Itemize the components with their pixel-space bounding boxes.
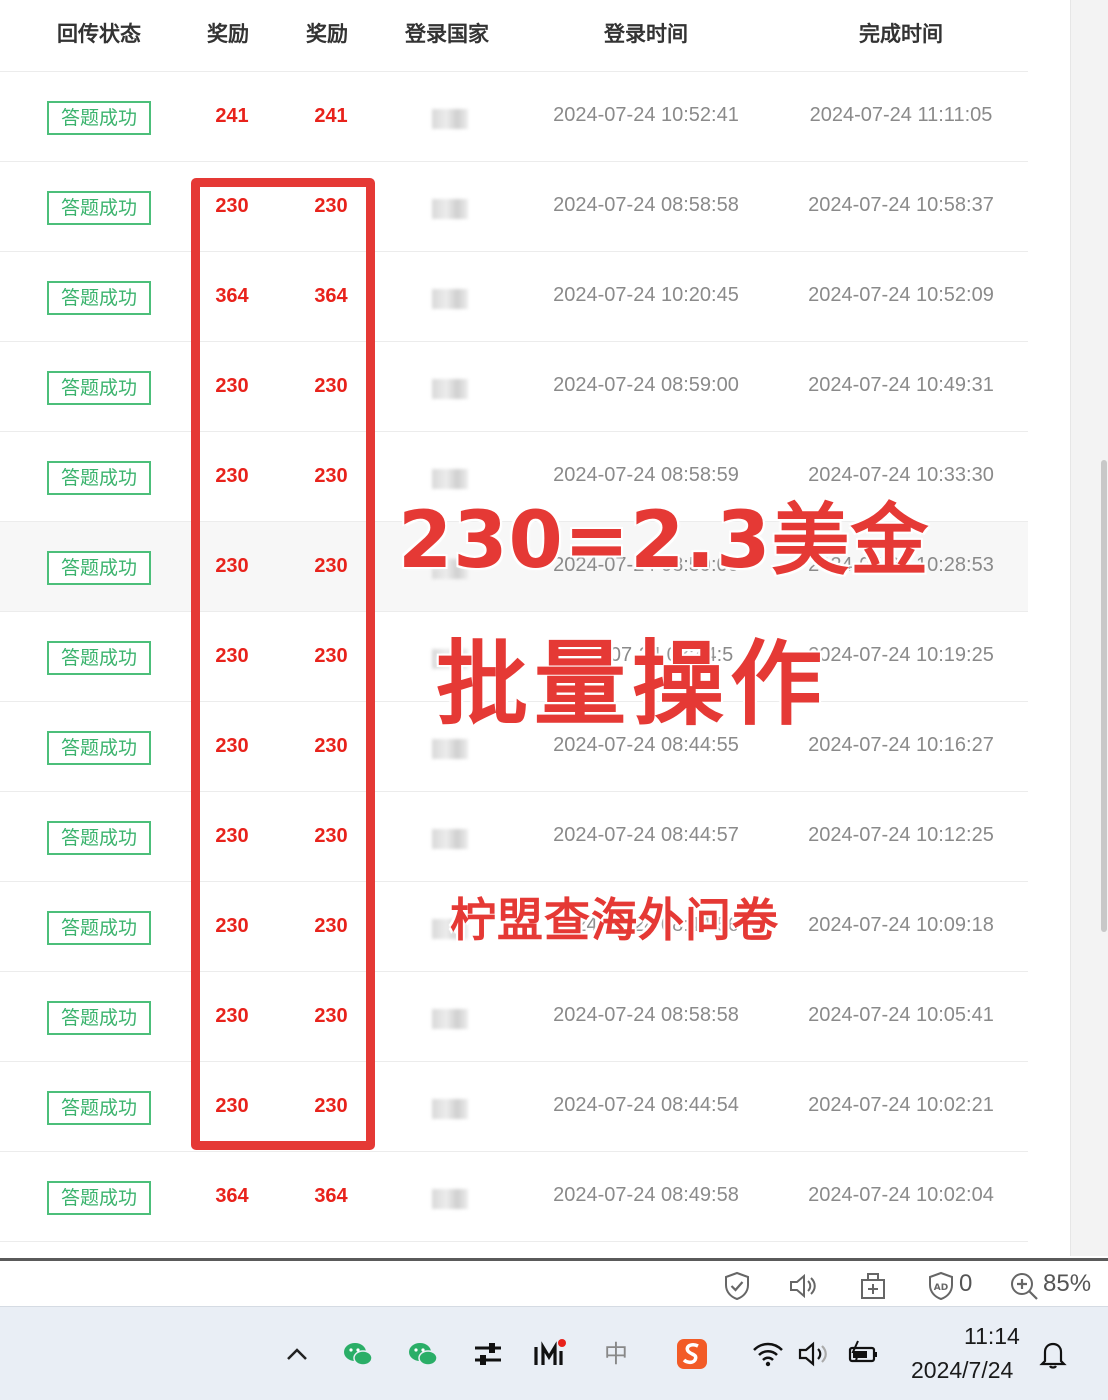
notification-bell-icon[interactable] bbox=[1036, 1337, 1070, 1371]
country-flag-blurred bbox=[432, 829, 468, 849]
table-row[interactable]: 答题成功 230 230 2024-07-24 08:58:58 2024-07-24 … bbox=[0, 972, 1028, 1062]
clock-date[interactable]: 2024/7/24 bbox=[911, 1357, 1013, 1384]
overlay-batch-operation: 批量操作 bbox=[436, 631, 829, 738]
status-badge: 答题成功 bbox=[47, 731, 151, 765]
svg-text:AD: AD bbox=[934, 1283, 948, 1293]
app-window: 回传状态 奖励 奖励 登录国家 登录时间 完成时间 答题成功 241 241 2024… bbox=[0, 0, 1108, 1400]
country-flag-blurred bbox=[432, 1009, 468, 1029]
header-callback-status[interactable]: 回传状态 bbox=[57, 18, 141, 48]
finish-time: 2024-07-24 10:58:37 bbox=[808, 194, 994, 216]
finish-time: 2024-07-24 10:02:04 bbox=[808, 1184, 994, 1206]
header-finish-time[interactable]: 完成时间 bbox=[859, 18, 943, 48]
reward-value: 364 bbox=[215, 1185, 249, 1207]
reward-value: 241 bbox=[314, 105, 348, 127]
status-badge: 答题成功 bbox=[47, 821, 151, 855]
sliders-icon[interactable] bbox=[471, 1337, 505, 1371]
finish-time: 2024-07-24 10:49:31 bbox=[808, 374, 994, 396]
login-time: 2024-07-24 08:49:58 bbox=[553, 1184, 739, 1206]
clock-time[interactable]: 11:14 bbox=[964, 1323, 1020, 1350]
header-reward-a[interactable]: 奖励 bbox=[207, 18, 249, 48]
volume-icon[interactable] bbox=[797, 1337, 831, 1371]
status-badge: 答题成功 bbox=[47, 1181, 151, 1215]
table-row[interactable]: 答题成功 230 230 2024-07-24 08:44:57 2024-07-24 … bbox=[0, 792, 1028, 882]
reward-value: 364 bbox=[314, 1185, 348, 1207]
read-aloud-icon[interactable] bbox=[788, 1271, 818, 1301]
finish-time: 2024-07-24 10:09:18 bbox=[808, 914, 994, 936]
overlay-brand-caption: 柠盟查海外问卷 bbox=[450, 893, 779, 947]
login-time: 2024-07-24 08:59:00 bbox=[553, 374, 739, 396]
login-time: 2024-07-24 08:44:57 bbox=[553, 824, 739, 846]
wechat-icon[interactable] bbox=[341, 1337, 375, 1371]
reward-highlight-box bbox=[191, 178, 375, 1150]
shield-check-icon[interactable] bbox=[722, 1271, 752, 1301]
zoom-level[interactable]: 85% bbox=[1043, 1270, 1091, 1298]
login-time: 2024-07-24 10:20:45 bbox=[553, 284, 739, 306]
sogou-icon[interactable] bbox=[675, 1337, 709, 1371]
ime-zhong-icon[interactable]: 中 bbox=[599, 1337, 633, 1371]
table-row[interactable]: 答题成功 230 230 2024-07-24 08:58:58 2024-07-24 … bbox=[0, 162, 1028, 252]
adblock-icon[interactable]: AD bbox=[926, 1271, 956, 1301]
header-login-time[interactable]: 登录时间 bbox=[604, 18, 688, 48]
table-header: 回传状态 奖励 奖励 登录国家 登录时间 完成时间 bbox=[0, 0, 1028, 72]
country-flag-blurred bbox=[432, 109, 468, 129]
status-badge: 答题成功 bbox=[47, 911, 151, 945]
status-badge: 答题成功 bbox=[47, 101, 151, 135]
ime-label: 中 bbox=[604, 1341, 628, 1368]
table-row[interactable]: 答题成功 230 230 2024-07-24 08:44:54 2024-07-24 … bbox=[0, 1062, 1028, 1152]
browser-status-bar: AD 0 85% bbox=[0, 1258, 1108, 1306]
status-badge: 答题成功 bbox=[47, 1091, 151, 1125]
country-flag-blurred bbox=[432, 289, 468, 309]
chevron-up-icon[interactable] bbox=[280, 1337, 314, 1371]
extension-icon[interactable] bbox=[858, 1271, 888, 1301]
wechat-icon[interactable] bbox=[406, 1337, 440, 1371]
login-time: 2024-07-24 08:58:58 bbox=[553, 194, 739, 216]
zoom-icon[interactable] bbox=[1009, 1271, 1039, 1301]
table-row[interactable]: 答题成功 241 241 2024-07-24 10:52:41 2024-07-24 … bbox=[0, 72, 1028, 162]
imi-icon[interactable] bbox=[533, 1337, 567, 1371]
login-time: 2024-07-24 08:58:58 bbox=[553, 1004, 739, 1026]
battery-icon[interactable] bbox=[846, 1337, 880, 1371]
status-badge: 答题成功 bbox=[47, 641, 151, 675]
scrollbar-thumb[interactable] bbox=[1101, 460, 1107, 932]
header-reward-b[interactable]: 奖励 bbox=[306, 18, 348, 48]
finish-time: 2024-07-24 10:12:25 bbox=[808, 824, 994, 846]
country-flag-blurred bbox=[432, 379, 468, 399]
status-badge: 答题成功 bbox=[47, 281, 151, 315]
country-flag-blurred bbox=[432, 1189, 468, 1209]
table-row[interactable]: 答题成功 364 364 2024-07-24 08:49:58 2024-07-24 … bbox=[0, 1152, 1028, 1242]
finish-time: 2024-07-24 11:11:05 bbox=[809, 104, 993, 126]
table-row[interactable]: 答题成功 364 364 2024-07-24 10:20:45 2024-07-24 … bbox=[0, 252, 1028, 342]
country-flag-blurred bbox=[432, 199, 468, 219]
status-badge: 答题成功 bbox=[47, 461, 151, 495]
login-time: 2024-07-24 10:52:41 bbox=[553, 104, 739, 126]
finish-time: 2024-07-24 10:02:21 bbox=[808, 1094, 994, 1116]
login-time: 2024-07-24 08:44:54 bbox=[553, 1094, 739, 1116]
status-badge: 答题成功 bbox=[47, 371, 151, 405]
finish-time: 2024-07-24 10:05:41 bbox=[808, 1004, 994, 1026]
header-login-country[interactable]: 登录国家 bbox=[405, 18, 489, 48]
country-flag-blurred bbox=[432, 1099, 468, 1119]
wifi-icon[interactable] bbox=[751, 1337, 785, 1371]
table-row[interactable]: 答题成功 230 230 2024-07-24 08:59:00 2024-07-24 … bbox=[0, 342, 1028, 432]
system-taskbar: 中 11:14 2024/7/24 bbox=[0, 1306, 1108, 1400]
reward-value: 241 bbox=[215, 105, 249, 127]
overlay-exchange-rate: 230=2.3美金 bbox=[398, 496, 930, 586]
status-badge: 答题成功 bbox=[47, 551, 151, 585]
adblock-count: 0 bbox=[959, 1270, 973, 1297]
status-badge: 答题成功 bbox=[47, 1001, 151, 1035]
finish-time: 2024-07-24 10:52:09 bbox=[808, 284, 994, 306]
status-badge: 答题成功 bbox=[47, 191, 151, 225]
